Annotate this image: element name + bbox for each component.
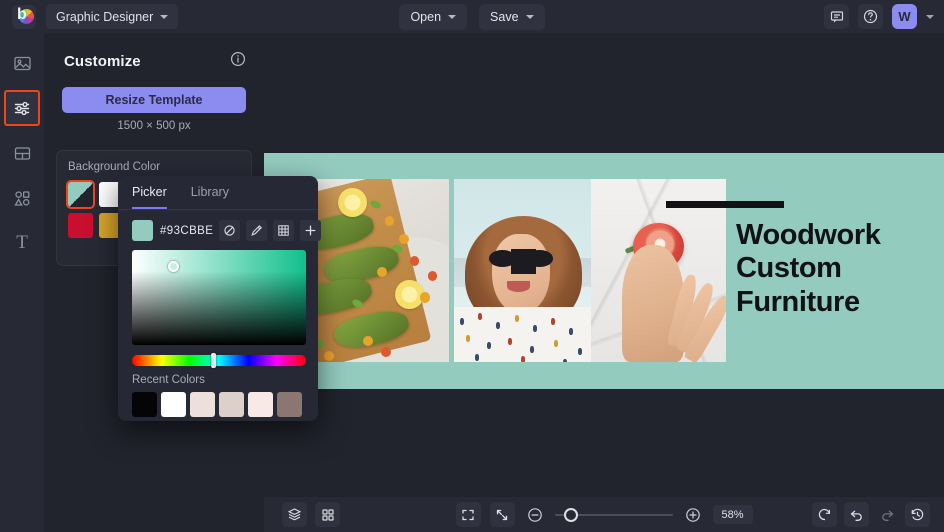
save-button[interactable]: Save <box>479 4 545 30</box>
artboard-heading[interactable]: Woodwork Custom Furniture <box>736 219 880 319</box>
hue-slider[interactable] <box>132 355 306 366</box>
avatar[interactable]: W <box>892 4 917 29</box>
save-label: Save <box>490 10 519 24</box>
background-color-label: Background Color <box>68 161 240 173</box>
layers-icon[interactable] <box>282 502 307 527</box>
canvas-stage[interactable]: Woodwork Custom Furniture <box>264 33 944 497</box>
photo2-face <box>492 234 550 315</box>
recent-color-2[interactable] <box>161 392 186 417</box>
fit-to-screen-icon[interactable] <box>456 502 481 527</box>
open-label: Open <box>410 10 441 24</box>
resize-template-label: Resize Template <box>105 93 202 107</box>
recent-color-5[interactable] <box>248 392 273 417</box>
bottom-bar-left <box>282 502 340 527</box>
picker-hex-row: #93CBBE <box>118 210 318 241</box>
sv-handle[interactable] <box>168 261 179 272</box>
tool-rail: T <box>0 33 44 532</box>
zoom-slider-handle[interactable] <box>564 508 578 522</box>
avatar-initial: W <box>898 9 910 24</box>
photo-woman-sunglasses[interactable] <box>454 179 593 362</box>
chevron-down-icon <box>448 15 456 19</box>
heading-line-1: Woodwork <box>736 219 880 252</box>
reset-rotate-icon[interactable] <box>812 502 837 527</box>
grid-icon[interactable] <box>273 220 294 241</box>
artboard[interactable]: Woodwork Custom Furniture <box>264 153 944 389</box>
question-circle-icon[interactable] <box>858 4 883 29</box>
chevron-down-icon <box>526 15 534 19</box>
no-color-slash-icon[interactable] <box>219 220 240 241</box>
zoom-out-minus-icon[interactable] <box>524 504 546 526</box>
bottom-bar: 58% <box>264 497 944 532</box>
sidebar-item-text[interactable]: T <box>4 225 40 261</box>
collapse-arrows-icon[interactable] <box>490 502 515 527</box>
template-dimensions: 1500 × 500 px <box>44 120 264 132</box>
page-title: Customize <box>64 53 141 70</box>
current-color-chip <box>132 220 153 241</box>
recent-color-4[interactable] <box>219 392 244 417</box>
zoom-in-plus-icon[interactable] <box>682 504 704 526</box>
top-bar: b Graphic Designer Open Save <box>0 0 944 33</box>
chevron-down-icon <box>160 15 168 19</box>
grid-thumbnails-icon[interactable] <box>315 502 340 527</box>
resize-template-button[interactable]: Resize Template <box>62 87 246 113</box>
photo2-sunglasses <box>489 250 553 266</box>
artboard-rule <box>666 201 784 208</box>
photo2-patterned-shirt <box>454 307 593 362</box>
zoom-level-badge[interactable]: 58% <box>713 505 753 524</box>
chat-bubble-icon[interactable] <box>824 4 849 29</box>
history-clock-icon[interactable] <box>905 502 930 527</box>
sidebar-item-layout[interactable] <box>4 135 40 171</box>
info-circle-icon[interactable] <box>230 51 246 72</box>
open-button[interactable]: Open <box>399 4 467 30</box>
plus-icon[interactable] <box>300 220 321 241</box>
tab-picker[interactable]: Picker <box>132 185 167 209</box>
app-root: b Graphic Designer Open Save <box>0 0 944 532</box>
bottom-bar-right <box>812 502 930 527</box>
panel-header: Customize <box>44 33 264 72</box>
heading-line-3: Furniture <box>736 286 880 319</box>
project-name-label: Graphic Designer <box>56 10 153 24</box>
recent-colors-label: Recent Colors <box>118 366 318 386</box>
project-name-dropdown[interactable]: Graphic Designer <box>46 4 178 29</box>
recent-color-1[interactable] <box>132 392 157 417</box>
swatch-crimson[interactable] <box>68 213 93 238</box>
text-t-icon: T <box>16 232 28 254</box>
befunky-logo-icon[interactable]: b <box>12 5 36 29</box>
color-picker-popover[interactable]: Picker Library #93CBBE <box>118 176 318 421</box>
sidebar-item-graphics[interactable] <box>4 180 40 216</box>
saturation-value-area[interactable] <box>132 250 306 345</box>
undo-arrow-icon[interactable] <box>844 502 869 527</box>
sidebar-item-customize[interactable] <box>4 90 40 126</box>
eyedropper-icon[interactable] <box>246 220 267 241</box>
recent-color-6[interactable] <box>277 392 302 417</box>
top-bar-right-group: W <box>824 0 934 33</box>
hue-handle[interactable] <box>211 353 216 368</box>
tab-library[interactable]: Library <box>191 185 229 209</box>
recent-color-3[interactable] <box>190 392 215 417</box>
zoom-slider[interactable] <box>555 508 673 522</box>
hex-input[interactable]: #93CBBE <box>160 225 213 237</box>
heading-line-2: Custom <box>736 252 880 285</box>
hue-slider-wrap <box>132 355 306 366</box>
recent-colors-grid <box>118 386 318 417</box>
chevron-down-icon[interactable] <box>926 15 934 19</box>
swatch-mint-selected[interactable] <box>68 182 93 207</box>
redo-arrow-icon[interactable] <box>876 504 898 526</box>
picker-tabs: Picker Library <box>118 176 318 210</box>
sidebar-item-image[interactable] <box>4 45 40 81</box>
logo-letter: b <box>17 7 27 23</box>
